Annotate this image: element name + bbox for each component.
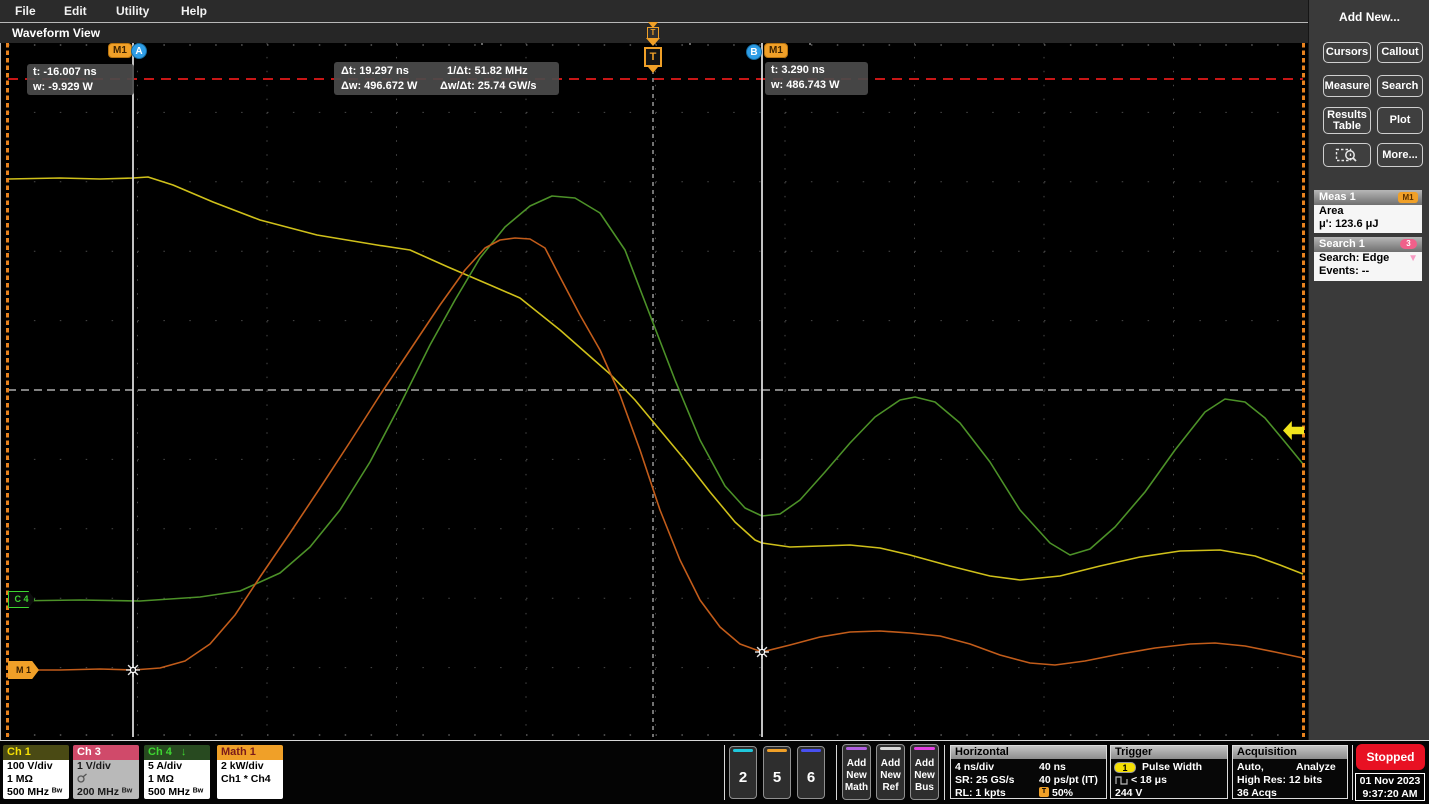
meas1-value: μ': 123.6 μJ: [1314, 218, 1422, 231]
run-stop-button[interactable]: Stopped: [1356, 744, 1425, 770]
add-new-bus-button[interactable]: AddNewBus: [910, 744, 939, 800]
divider: [724, 745, 725, 800]
cursor-b-m1-badge[interactable]: M1: [764, 43, 788, 58]
input-5-button[interactable]: 5: [763, 746, 791, 799]
menu-edit[interactable]: Edit: [64, 4, 87, 18]
trigger-position-marker[interactable]: T: [644, 47, 662, 67]
cursor-b-value: w: 486.743 W: [771, 78, 862, 93]
trigger-condition: < 18 μs: [1131, 774, 1167, 787]
math1-label: Math 1: [217, 745, 283, 760]
search1-events: Events: --: [1314, 265, 1422, 278]
search-mark-icon: ▼: [1408, 252, 1418, 265]
meas1-name: Area: [1314, 205, 1422, 218]
ch1-label: Ch 1: [3, 745, 69, 760]
divider: [944, 745, 945, 800]
view-tab-label[interactable]: Waveform View: [12, 26, 100, 40]
input-2-color-stripe: [733, 749, 753, 752]
meas1-header: Meas 1 M1: [1314, 190, 1422, 205]
cursor-a-readout: t: -16.007 ns w: -9.929 W: [27, 64, 134, 95]
ch4-label: Ch 4 ↓: [144, 745, 210, 760]
acq-mode: Auto,: [1237, 761, 1264, 774]
add-cursors-button[interactable]: Cursors: [1323, 42, 1371, 63]
add-plot-button[interactable]: Plot: [1377, 107, 1423, 134]
ch3-badge[interactable]: Ch 3 1 V/div 200 MHz ᴮʷ: [73, 745, 139, 799]
delta-t: Δt: 19.297 ns: [341, 64, 409, 79]
pulse-width-icon: [1115, 775, 1128, 785]
oscilloscope-app: File Edit Utility Help Waveform View T M…: [0, 0, 1429, 804]
ch3-label: Ch 3: [73, 745, 139, 760]
trigger-pennant-tail-icon: [648, 67, 658, 73]
probe-icon: [77, 773, 139, 786]
add-results-table-button[interactable]: Results Table: [1323, 107, 1371, 134]
divider: [836, 745, 837, 800]
horizontal-title: Horizontal: [951, 746, 1106, 759]
trigger-arrow-icon: [646, 38, 660, 46]
zoom-select-icon: [1335, 146, 1359, 164]
add-new-math-button[interactable]: AddNewMath: [842, 744, 871, 800]
cursor-a-value: w: -9.929 W: [33, 80, 128, 95]
acquisition-title: Acquisition: [1233, 746, 1347, 759]
horizontal-panel[interactable]: Horizontal 4 ns/div 40 ns SR: 25 GS/s 40…: [950, 745, 1107, 799]
search1-type: Search: Edge ▼: [1314, 252, 1422, 265]
menu-file[interactable]: File: [15, 4, 36, 18]
input-2-button[interactable]: 2: [729, 746, 757, 799]
datetime-display: 01 Nov 2023 9:37:20 AM: [1355, 773, 1425, 801]
search1-count-badge: 3: [1400, 239, 1417, 249]
ref-color-stripe: [880, 747, 901, 750]
math-color-stripe: [846, 747, 867, 750]
ch4-offset-arrow-icon: ↓: [181, 746, 187, 758]
more-button[interactable]: More...: [1377, 143, 1423, 167]
date: 01 Nov 2023: [1356, 775, 1424, 788]
add-callout-button[interactable]: Callout: [1377, 42, 1423, 63]
cursor-a-m1-badge[interactable]: M1: [108, 43, 132, 58]
time: 9:37:20 AM: [1356, 788, 1424, 801]
search1-header: Search 1 3: [1314, 237, 1422, 252]
cursor-delta-readout: Δt: 19.297 ns 1/Δt: 51.82 MHz Δw: 496.67…: [334, 62, 559, 95]
acq-resolution: High Res: 12 bits: [1237, 774, 1322, 787]
math1-badge[interactable]: Math 1 2 kW/div Ch1 * Ch4: [217, 745, 283, 799]
search1-panel[interactable]: Search 1 3 Search: Edge ▼ Events: --: [1314, 237, 1422, 281]
inv-delta-t: 1/Δt: 51.82 MHz: [447, 64, 528, 79]
menu-bar: File Edit Utility Help: [0, 0, 1308, 22]
bus-color-stripe: [914, 747, 935, 750]
input-5-color-stripe: [767, 749, 787, 752]
sidebar: Add New... Cursors Callout Measure Searc…: [1308, 0, 1429, 740]
cursor-b-badge[interactable]: B: [746, 44, 762, 60]
cursor-b-time: t: 3.290 ns: [771, 63, 862, 78]
trigger-level: 244 V: [1115, 787, 1142, 800]
meas1-panel[interactable]: Meas 1 M1 Area μ': 123.6 μJ: [1314, 190, 1422, 233]
trigger-panel[interactable]: Trigger 1 Pulse Width < 18 μs 244 V: [1110, 745, 1228, 799]
menu-help[interactable]: Help: [181, 4, 207, 18]
trigger-title: Trigger: [1111, 746, 1227, 759]
trigger-type: Pulse Width: [1142, 761, 1202, 774]
cursor-a-time: t: -16.007 ns: [33, 65, 128, 80]
add-measure-button[interactable]: Measure: [1323, 75, 1371, 97]
input-6-color-stripe: [801, 749, 821, 752]
add-search-button[interactable]: Search: [1377, 75, 1423, 97]
ch4-badge[interactable]: Ch 4 ↓ 5 A/div 1 MΩ 500 MHz ᴮʷ: [144, 745, 210, 799]
ch1-badge[interactable]: Ch 1 100 V/div 1 MΩ 500 MHz ᴮʷ: [3, 745, 69, 799]
add-new-ref-button[interactable]: AddNewRef: [876, 744, 905, 800]
delta-w-rate: Δw/Δt: 25.74 GW/s: [440, 79, 537, 94]
cursor-b-readout: t: 3.290 ns w: 486.743 W: [765, 62, 868, 95]
waveform-canvas: [0, 0, 1429, 804]
menu-utility[interactable]: Utility: [116, 4, 149, 18]
divider: [1352, 745, 1353, 800]
acq-count: 36 Acqs: [1237, 787, 1277, 800]
trigger-source-badge: 1: [1114, 762, 1136, 773]
trigger-position-icon: T: [1039, 787, 1049, 797]
meas1-m1-badge: M1: [1398, 192, 1418, 203]
input-6-button[interactable]: 6: [797, 746, 825, 799]
acquisition-panel[interactable]: Acquisition Auto, Analyze High Res: 12 b…: [1232, 745, 1348, 799]
add-new-title: Add New...: [1309, 10, 1429, 24]
delta-w: Δw: 496.672 W: [341, 79, 417, 94]
acq-analyze: Analyze: [1296, 761, 1336, 774]
cursor-a-badge[interactable]: A: [131, 43, 147, 59]
zoom-select-button[interactable]: [1323, 143, 1371, 167]
